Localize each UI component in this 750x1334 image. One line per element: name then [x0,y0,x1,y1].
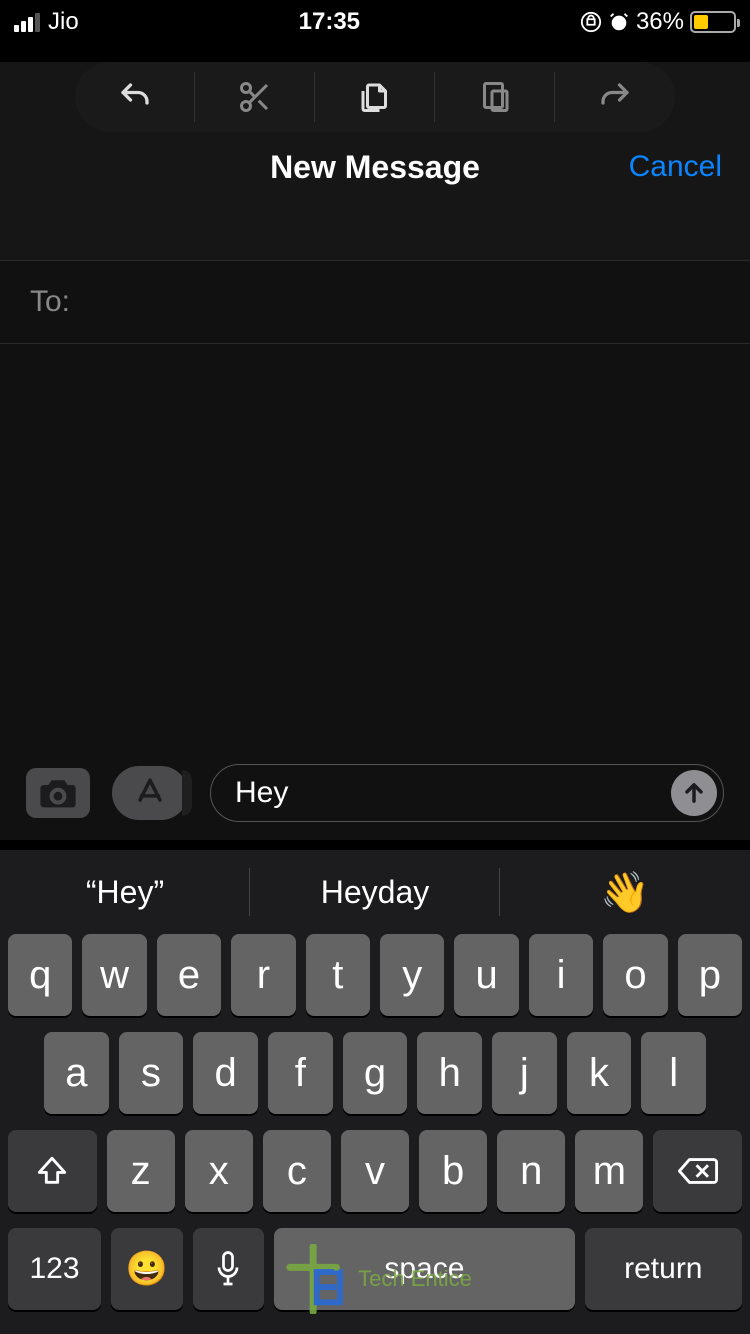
key-row-2: a s d f g h j k l [0,1032,750,1114]
to-field-row[interactable]: To: [0,260,750,344]
cancel-button[interactable]: Cancel [629,150,722,184]
battery-icon [690,11,736,33]
suggestion-1[interactable]: Heyday [250,850,500,934]
undo-button[interactable] [75,62,195,132]
key-s[interactable]: s [119,1032,184,1114]
key-b[interactable]: b [419,1130,487,1212]
mic-icon [215,1251,241,1287]
key-r[interactable]: r [231,934,295,1016]
message-input-text: Hey [235,776,671,810]
carrier-label: Jio [48,8,79,36]
key-q[interactable]: q [8,934,72,1016]
emoji-key[interactable]: 😀 [111,1228,183,1310]
key-v[interactable]: v [341,1130,409,1212]
copy-button[interactable] [315,62,435,132]
watermark: Tech Entice [278,1244,472,1314]
key-d[interactable]: d [193,1032,258,1114]
alarm-icon [608,11,630,33]
compose-bar: Hey [0,764,750,840]
backspace-key[interactable] [653,1130,742,1212]
suggestion-0[interactable]: “Hey” [0,850,250,934]
battery-pct: 36% [636,8,684,36]
arrow-up-icon [680,779,708,807]
watermark-icon [278,1244,348,1314]
modal-header: New Message Cancel [0,132,750,202]
key-w[interactable]: w [82,934,146,1016]
send-button[interactable] [671,770,717,816]
status-bar: Jio 17:35 36% [0,0,750,44]
key-k[interactable]: k [567,1032,632,1114]
key-y[interactable]: y [380,934,444,1016]
key-u[interactable]: u [454,934,518,1016]
edit-toolbar [75,62,675,132]
key-p[interactable]: p [678,934,742,1016]
status-left: Jio [14,8,79,36]
clock: 17:35 [299,8,360,36]
page-title: New Message [270,149,480,186]
key-row-1: q w e r t y u i o p [0,934,750,1016]
cut-button[interactable] [195,62,315,132]
key-e[interactable]: e [157,934,221,1016]
redo-button[interactable] [555,62,675,132]
orientation-lock-icon [580,11,602,33]
shift-key[interactable] [8,1130,97,1212]
key-f[interactable]: f [268,1032,333,1114]
dictation-key[interactable] [193,1228,265,1310]
compose-sheet: New Message Cancel [0,62,750,260]
camera-icon [38,777,78,809]
message-body-area[interactable] [0,344,750,764]
key-j[interactable]: j [492,1032,557,1114]
key-h[interactable]: h [417,1032,482,1114]
camera-button[interactable] [26,768,90,818]
key-n[interactable]: n [497,1130,565,1212]
to-label: To: [30,285,70,318]
key-o[interactable]: o [603,934,667,1016]
suggestion-bar: “Hey” Heyday 👋 [0,850,750,934]
key-g[interactable]: g [343,1032,408,1114]
key-x[interactable]: x [185,1130,253,1212]
key-c[interactable]: c [263,1130,331,1212]
app-store-button[interactable] [112,766,188,820]
shift-icon [35,1154,69,1188]
return-key[interactable]: return [585,1228,742,1310]
status-right: 36% [580,8,736,36]
backspace-icon [678,1156,718,1186]
numbers-key[interactable]: 123 [8,1228,101,1310]
key-i[interactable]: i [529,934,593,1016]
message-input[interactable]: Hey [210,764,724,822]
suggestion-2[interactable]: 👋 [500,850,750,934]
key-m[interactable]: m [575,1130,643,1212]
key-a[interactable]: a [44,1032,109,1114]
appstore-icon [133,776,167,810]
watermark-text: Tech Entice [358,1266,472,1292]
paste-button[interactable] [435,62,555,132]
key-t[interactable]: t [306,934,370,1016]
key-z[interactable]: z [107,1130,175,1212]
signal-bars-icon [14,12,40,32]
key-row-3: z x c v b n m [0,1130,750,1212]
key-l[interactable]: l [641,1032,706,1114]
